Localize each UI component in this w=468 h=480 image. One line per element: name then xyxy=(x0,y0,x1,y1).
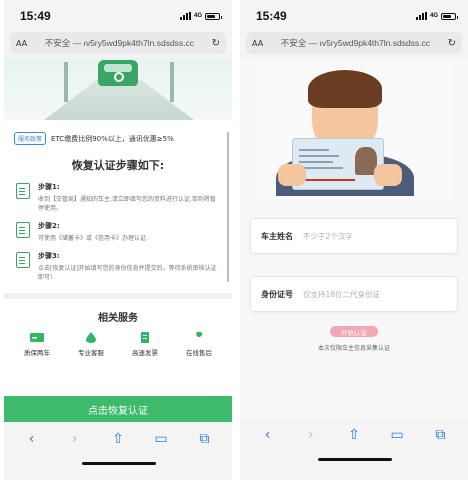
step-name: 步骤3: xyxy=(38,252,60,260)
network-type: 4G xyxy=(193,13,202,19)
status-bar: 15:49 4G xyxy=(4,0,232,32)
checklist-icon xyxy=(16,252,30,268)
auth-note: 本次仅限车主信息采集认证 xyxy=(317,345,390,352)
step-item: 步骤1: 收到【交管局】通知的车主,请立即填写您的资料进行认证,否则将暂停使用。 xyxy=(4,179,232,218)
browser-toolbar: ‹ › ⇧ ▭ ⧉ xyxy=(4,424,232,454)
text-size-button[interactable]: AA xyxy=(252,39,263,48)
step-name: 步骤2: xyxy=(38,222,60,230)
wrench-icon xyxy=(195,332,203,342)
toll-gate-left xyxy=(64,62,68,102)
tabs-icon[interactable]: ⧉ xyxy=(430,427,450,443)
battery-icon xyxy=(205,12,222,20)
left-hand xyxy=(278,164,306,186)
service-warranty[interactable]: 质保两年 xyxy=(12,332,62,357)
step-item: 步骤2: 可使用《储蓄卡》或《信用卡》办理认证. xyxy=(4,218,232,248)
owner-name-label: 车主姓名 xyxy=(261,231,293,241)
card-icon xyxy=(30,333,44,342)
left-phone-screen: 15:49 4G AA 不安全 — ıv5ry5wd9pk4th7ln.sdsd… xyxy=(4,0,232,480)
reload-icon[interactable]: ↻ xyxy=(448,38,456,49)
hero-image xyxy=(4,58,232,120)
address-bar[interactable]: AA 不安全 — ıv5ry5wd9pk4th7ln.sdsdss.cc ↻ xyxy=(10,32,226,54)
right-hand xyxy=(374,164,402,186)
person-hair xyxy=(308,70,382,108)
step-item: 步骤3: 点击[恢复认证]开始填写您的身份信息并提交后，等待系统审核认证即可! xyxy=(4,248,232,287)
step-text: 可使用《储蓄卡》或《信用卡》办理认证. xyxy=(38,235,148,242)
page-content: 服务政策 ETC缴费比例90%以上，通讯优惠≥5% 恢复认证步骤如下: 步骤1:… xyxy=(4,58,232,398)
text-size-button[interactable]: AA xyxy=(16,39,27,48)
card-icon xyxy=(16,222,30,238)
right-phone-screen: 15:49 4G AA 不安全 — ıv5ry5wd9pk4th7ln.sdsd… xyxy=(240,0,468,480)
services-row: 质保两年 专业客服 高速发票 在线售后 xyxy=(4,332,232,357)
forward-icon[interactable]: › xyxy=(301,427,321,443)
restore-auth-button[interactable]: 点击恢复认证 xyxy=(4,396,232,422)
service-label: 高速发票 xyxy=(132,349,158,357)
share-icon[interactable]: ⇧ xyxy=(344,427,364,443)
browser-toolbar: ‹ › ⇧ ▭ ⧉ xyxy=(240,420,468,450)
id-card-illustration xyxy=(256,68,452,196)
address-bar[interactable]: AA 不安全 — ıv5ry5wd9pk4th7ln.sdsdss.cc ↻ xyxy=(246,32,462,54)
service-label: 在线售后 xyxy=(186,349,212,357)
url-text[interactable]: 不安全 — ıv5ry5wd9pk4th7ln.sdsdss.cc xyxy=(267,37,443,49)
service-aftersales[interactable]: 在线售后 xyxy=(174,332,224,357)
system-icons: 4G xyxy=(415,12,458,20)
back-icon[interactable]: ‹ xyxy=(258,427,278,443)
network-type: 4G xyxy=(429,13,438,19)
share-icon[interactable]: ⇧ xyxy=(108,431,128,447)
status-time: 15:49 xyxy=(256,9,287,23)
services-title: 相关服务 xyxy=(98,313,138,324)
battery-icon xyxy=(441,12,458,20)
steps-title: 恢复认证步骤如下: xyxy=(71,159,165,172)
start-auth-button[interactable]: 开始认证 xyxy=(330,326,378,337)
id-number-input[interactable] xyxy=(303,289,447,299)
step-name: 步骤1: xyxy=(38,183,60,191)
signal-icon xyxy=(179,12,191,20)
id-number-field: 身份证号 xyxy=(250,276,458,312)
step-text: 收到【交管局】通知的车主,请立即填写您的资料进行认证,否则将暂停使用。 xyxy=(38,196,216,212)
reload-icon[interactable]: ↻ xyxy=(212,38,220,49)
drop-icon xyxy=(86,332,96,343)
back-icon[interactable]: ‹ xyxy=(22,431,42,447)
id-card-graphic xyxy=(292,138,384,190)
policy-tag: 服务政策 xyxy=(14,132,47,145)
owner-name-field: 车主姓名 xyxy=(250,218,458,254)
bookmarks-icon[interactable]: ▭ xyxy=(151,431,171,447)
document-icon xyxy=(16,183,30,199)
owner-name-input[interactable] xyxy=(303,231,447,241)
home-indicator[interactable] xyxy=(318,458,392,461)
id-number-label: 身份证号 xyxy=(261,289,293,299)
bookmarks-icon[interactable]: ▭ xyxy=(387,427,407,443)
scrollbar[interactable] xyxy=(227,132,229,282)
step-text: 点击[恢复认证]开始填写您的身份信息并提交后，等待系统审核认证即可! xyxy=(38,265,217,281)
policy-text: ETC缴费比例90%以上，通讯优惠≥5% xyxy=(51,134,174,143)
signal-icon xyxy=(415,12,427,20)
status-time: 15:49 xyxy=(20,9,51,23)
service-label: 专业客服 xyxy=(78,349,104,357)
system-icons: 4G xyxy=(179,12,222,20)
service-support[interactable]: 专业客服 xyxy=(66,332,116,357)
page-content: 车主姓名 身份证号 开始认证 本次仅限车主信息采集认证 xyxy=(240,58,468,418)
status-bar: 15:49 4G xyxy=(240,0,468,32)
service-invoice[interactable]: 高速发票 xyxy=(120,332,170,357)
home-indicator[interactable] xyxy=(82,462,156,465)
wheel-graphic xyxy=(114,72,124,82)
service-label: 质保两年 xyxy=(24,349,50,357)
policy-banner: 服务政策 ETC缴费比例90%以上，通讯优惠≥5% xyxy=(4,120,232,151)
url-text[interactable]: 不安全 — ıv5ry5wd9pk4th7ln.sdsdss.cc xyxy=(31,37,207,49)
toll-gate-right xyxy=(170,62,174,102)
tabs-icon[interactable]: ⧉ xyxy=(194,431,214,447)
forward-icon[interactable]: › xyxy=(65,431,85,447)
invoice-icon xyxy=(141,332,149,343)
